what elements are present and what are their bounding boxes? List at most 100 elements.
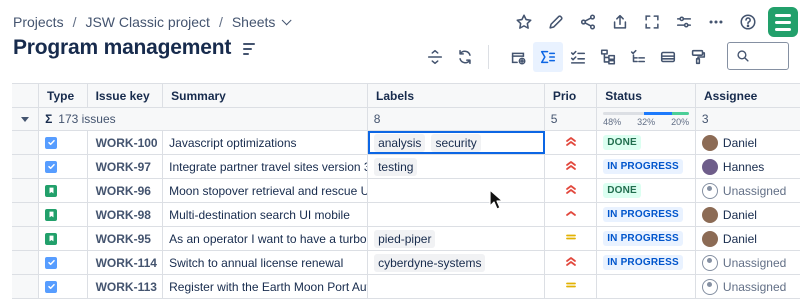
column-header-labels[interactable]: Labels [368,84,545,107]
type-cell[interactable] [39,131,88,154]
priority-cell[interactable] [545,227,598,250]
column-header-type[interactable]: Type [39,84,88,107]
share-icon[interactable] [572,8,604,36]
type-cell[interactable] [39,251,88,274]
breadcrumb-projects[interactable]: Projects [13,14,64,30]
issue-key[interactable]: WORK-95 [94,232,151,246]
table-row[interactable]: WORK-100 Javascript optimizations analysis… [12,131,800,155]
assignee-cell[interactable]: Hannes [696,155,800,178]
expand-rows-icon[interactable] [420,42,450,72]
row-handle[interactable] [12,179,40,202]
hierarchy-icon[interactable] [593,42,623,72]
column-header-status[interactable]: Status [597,84,696,107]
label-tag[interactable]: testing [374,157,418,176]
priority-cell[interactable] [545,275,598,298]
table-row[interactable]: WORK-95 As an operator I want to have a t… [12,227,800,251]
type-cell[interactable] [39,179,88,202]
star-icon[interactable] [508,8,540,36]
format-paint-icon[interactable] [683,42,713,72]
summary-cell[interactable]: Multi-destination search UI mobile [163,203,369,226]
labels-cell[interactable] [368,275,546,298]
fullscreen-icon[interactable] [636,8,668,36]
issue-key[interactable]: WORK-100 [94,136,158,150]
status-cell[interactable]: DONE [597,179,696,202]
assignee-cell[interactable]: Unassigned [696,251,800,274]
edit-icon[interactable] [540,8,572,36]
issue-key-cell[interactable]: WORK-114 [88,251,164,274]
card-icon[interactable] [653,42,683,72]
labels-cell[interactable]: pied-piper [368,227,546,250]
refresh-icon[interactable] [450,42,480,72]
type-cell[interactable] [39,203,88,226]
issue-key-cell[interactable]: WORK-96 [88,179,164,202]
column-header-prio[interactable]: Prio [545,84,598,107]
issue-key[interactable]: WORK-96 [94,184,151,198]
chevron-down-icon[interactable] [282,14,292,25]
issue-key-cell[interactable]: WORK-113 [88,275,164,298]
label-tag[interactable]: pied-piper [374,229,436,248]
summary-cell[interactable]: Javascript optimizations [163,131,369,154]
issue-key-cell[interactable]: WORK-95 [88,227,164,250]
status-cell[interactable]: IN PROGRESS [597,203,696,226]
type-cell[interactable] [39,275,88,298]
labels-cell[interactable] [368,203,546,226]
app-logo-icon[interactable] [768,7,798,37]
priority-cell[interactable] [545,155,598,178]
label-tag[interactable]: analysis [374,133,426,152]
table-row[interactable]: WORK-98 Multi-destination search UI mobil… [12,203,800,227]
table-row[interactable]: WORK-96 Moon stopover retrieval and rescu… [12,179,800,203]
row-handle[interactable] [12,227,40,250]
row-handle[interactable] [12,131,40,154]
column-header-summary[interactable]: Summary [163,84,368,107]
labels-cell[interactable]: cyberdyne-systems [368,251,546,274]
checklist-icon[interactable] [563,42,593,72]
summary-cell[interactable]: As an operator I want to have a turbo bo… [163,227,369,250]
sum-icon[interactable] [533,42,563,72]
collapse-toggle[interactable] [12,108,40,130]
assignee-cell[interactable]: Daniel [696,131,800,154]
breadcrumb-sheets[interactable]: Sheets [232,14,276,30]
issue-key[interactable]: WORK-114 [94,256,157,270]
breadcrumb-project[interactable]: JSW Classic project [85,14,209,30]
help-icon[interactable] [732,8,764,36]
status-cell[interactable]: IN PROGRESS [597,155,696,178]
hierarchy-check-icon[interactable] [623,42,653,72]
priority-cell[interactable] [545,251,598,274]
table-row[interactable]: WORK-97 Integrate partner travel sites ve… [12,155,800,179]
summary-cell[interactable]: Integrate partner travel sites version 3 [163,155,369,178]
status-cell[interactable]: DONE [597,131,696,154]
summary-cell[interactable]: Moon stopover retrieval and rescue UI mo… [163,179,369,202]
status-cell[interactable]: IN PROGRESS [597,251,696,274]
row-handle[interactable] [12,155,40,178]
summary-cell[interactable]: Switch to annual license renewal [163,251,369,274]
summary-cell[interactable]: Register with the Earth Moon Port Author… [163,275,369,298]
priority-cell[interactable] [545,203,598,226]
issue-key-cell[interactable]: WORK-98 [88,203,164,226]
label-tag[interactable]: cyberdyne-systems [374,253,486,272]
assignee-cell[interactable]: Daniel [696,227,800,250]
priority-cell[interactable] [545,179,598,202]
search-input[interactable] [727,42,789,70]
view-menu-icon[interactable] [243,41,256,55]
filter-settings-icon[interactable] [668,8,700,36]
column-header-assignee[interactable]: Assignee [696,84,800,107]
assignee-cell[interactable]: Unassigned [696,179,800,202]
status-cell[interactable]: IN PROGRESS [597,227,696,250]
status-cell[interactable] [597,275,696,298]
priority-cell[interactable] [545,131,598,154]
assignee-cell[interactable]: Unassigned [696,275,800,298]
issue-key-cell[interactable]: WORK-97 [88,155,164,178]
row-handle[interactable] [12,275,40,298]
issue-key[interactable]: WORK-98 [94,208,151,222]
labels-cell[interactable]: testing [368,155,546,178]
labels-cell[interactable]: analysis security [368,131,546,154]
row-handle[interactable] [12,251,40,274]
column-header-issue-key[interactable]: Issue key [88,84,164,107]
row-handle[interactable] [12,203,40,226]
export-icon[interactable] [604,8,636,36]
table-row[interactable]: WORK-113 Register with the Earth Moon Por… [12,275,800,299]
issue-key[interactable]: WORK-97 [94,160,151,174]
labels-cell[interactable] [368,179,546,202]
add-view-icon[interactable] [503,42,533,72]
more-icon[interactable] [700,8,732,36]
